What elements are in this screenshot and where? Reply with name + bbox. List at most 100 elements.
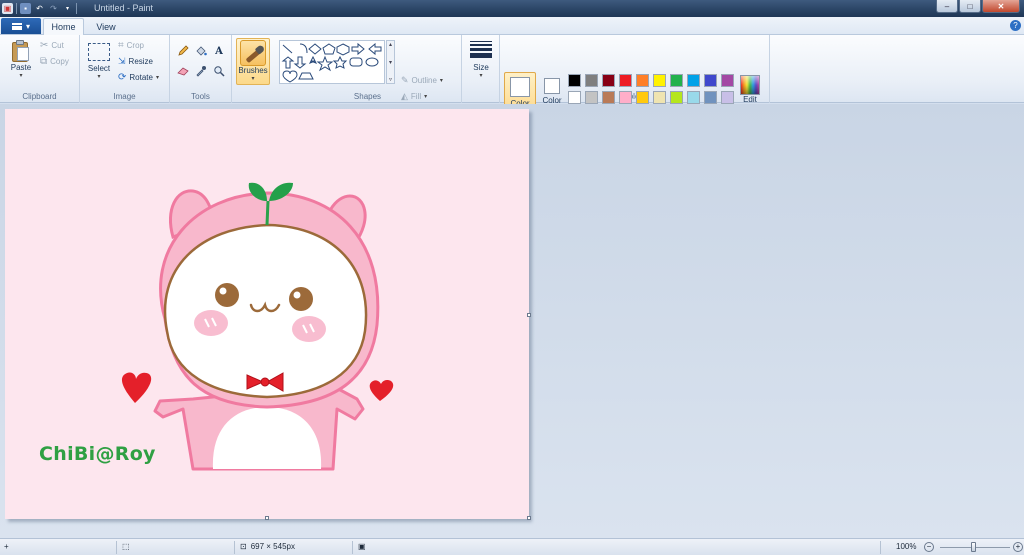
palette-swatch[interactable] [687, 91, 700, 104]
copy-icon: ⧉ [40, 56, 48, 67]
magnifier-icon[interactable] [212, 64, 226, 78]
drawing-canvas[interactable]: ChiBi@Roy [5, 109, 531, 520]
zoom-out-button[interactable]: − [924, 542, 934, 552]
palette-swatch[interactable] [568, 91, 581, 104]
palette-swatch[interactable] [585, 74, 598, 87]
qat-dropdown-icon[interactable]: ▾ [62, 3, 73, 14]
palette-swatch[interactable] [636, 74, 649, 87]
rotate-label: Rotate [129, 73, 153, 82]
crop-button[interactable]: ⌗ Crop [118, 40, 144, 51]
zoom-slider-thumb[interactable] [971, 542, 976, 552]
outline-button[interactable]: ✎ Outline ▾ [401, 75, 443, 86]
canvas-size-icon: ⊡ [240, 542, 247, 551]
crop-label: Crop [126, 41, 144, 50]
maximize-button[interactable]: □ [959, 0, 981, 13]
chevron-down-icon: ▾ [25, 21, 30, 31]
chevron-down-icon: ▾ [97, 74, 101, 80]
cut-button[interactable]: ✂ Cut [40, 40, 64, 51]
image-group: Select ▾ ⌗ Crop ⇲ Resize ⟳ Rotate ▾ Imag… [80, 35, 170, 103]
select-button[interactable]: Select ▾ [86, 43, 112, 80]
text-tool-icon[interactable]: A [212, 44, 226, 58]
resize-button[interactable]: ⇲ Resize [118, 56, 153, 67]
shapes-group-label: Shapes [353, 92, 382, 101]
palette-swatch[interactable] [653, 91, 666, 104]
gallery-more-icon[interactable]: ▿ [389, 76, 392, 83]
ribbon: Paste ▾ ✂ Cut ⧉ Copy Clipboard Select ▾ … [0, 35, 1024, 124]
rotate-icon: ⟳ [118, 72, 127, 83]
resize-handle-bottom[interactable] [265, 516, 269, 520]
shapes-gallery-scroll[interactable]: ▴ ▾ ▿ [386, 40, 395, 84]
palette-swatch[interactable] [602, 91, 615, 104]
undo-icon[interactable]: ↶ [34, 3, 45, 14]
palette-swatch[interactable] [585, 91, 598, 104]
color1-swatch [510, 77, 530, 97]
eraser-icon[interactable] [176, 64, 190, 78]
scissors-icon: ✂ [40, 40, 49, 51]
left-blush [194, 310, 228, 336]
brushes-button[interactable]: Brushes ▾ [236, 38, 270, 85]
file-size: ▣ [358, 542, 366, 551]
chevron-down-icon: ▾ [251, 76, 255, 82]
window-controls: – □ ✕ [936, 0, 1020, 13]
palette-swatch[interactable] [704, 74, 717, 87]
color-spectrum-icon [740, 75, 760, 95]
clipboard-group: Paste ▾ ✂ Cut ⧉ Copy Clipboard [0, 35, 80, 103]
brushes-label: Brushes [238, 66, 268, 75]
minimize-button[interactable]: – [936, 0, 958, 13]
qat-separator [16, 2, 17, 14]
image-dimensions-text: 697 × 545px [250, 542, 295, 551]
color-picker-icon[interactable] [194, 64, 208, 78]
copy-button[interactable]: ⧉ Copy [40, 56, 69, 67]
zoom-in-button[interactable]: + [1013, 542, 1023, 552]
chevron-down-icon: ▾ [19, 73, 23, 79]
pencil-icon[interactable] [176, 44, 190, 58]
palette-swatch[interactable] [619, 91, 632, 104]
fill-icon: ◭ [401, 91, 408, 101]
palette-swatch[interactable] [568, 74, 581, 87]
selection-size: ⬚ [122, 542, 130, 551]
brushes-group: Brushes ▾ [232, 35, 274, 103]
palette-swatch[interactable] [721, 91, 734, 104]
right-blush [292, 316, 326, 342]
tab-view[interactable]: View [88, 18, 124, 35]
select-label: Select [87, 64, 111, 73]
chevron-down-icon: ▾ [439, 78, 443, 84]
palette-swatch[interactable] [653, 74, 666, 87]
chevron-up-icon[interactable]: ▴ [389, 41, 392, 48]
shapes-gallery [279, 40, 385, 84]
save-icon[interactable]: ▪ [20, 2, 31, 14]
tab-home[interactable]: Home [43, 18, 84, 35]
palette-swatch[interactable] [670, 74, 683, 87]
palette-swatch[interactable] [721, 74, 734, 87]
line-size-icon [470, 41, 492, 58]
edit-colors-label-1: Edit [743, 95, 757, 104]
left-eye [215, 283, 239, 307]
resize-handle-right[interactable] [527, 313, 531, 317]
resize-handle-corner[interactable] [527, 516, 531, 520]
palette-swatch[interactable] [619, 74, 632, 87]
palette-swatch[interactable] [636, 91, 649, 104]
palette-swatch[interactable] [704, 91, 717, 104]
help-icon[interactable]: ? [1010, 20, 1021, 31]
paste-button[interactable]: Paste ▾ [6, 39, 36, 79]
size-group: Size ▾ [462, 35, 500, 103]
outline-icon: ✎ [401, 75, 409, 85]
size-button[interactable]: Size ▾ [468, 41, 494, 79]
image-group-label: Image [113, 92, 136, 101]
fill-button[interactable]: ◭ Fill ▾ [401, 91, 427, 102]
close-button[interactable]: ✕ [982, 0, 1020, 13]
paint-menu-button[interactable]: ▾ [1, 18, 41, 34]
palette-swatch[interactable] [670, 91, 683, 104]
color2-swatch [544, 78, 560, 94]
redo-icon[interactable]: ↷ [48, 3, 59, 14]
rotate-button[interactable]: ⟳ Rotate ▾ [118, 72, 159, 83]
chevron-down-icon: ▾ [155, 75, 159, 81]
crosshair-icon: + [4, 542, 9, 551]
disk-icon: ▣ [358, 542, 366, 551]
palette-swatch[interactable] [687, 74, 700, 87]
paint-app-icon[interactable]: ▣ [2, 2, 13, 14]
chevron-down-icon: ▾ [424, 94, 428, 100]
chevron-down-icon[interactable]: ▾ [389, 59, 392, 66]
palette-swatch[interactable] [602, 74, 615, 87]
fill-bucket-icon[interactable] [194, 44, 208, 58]
